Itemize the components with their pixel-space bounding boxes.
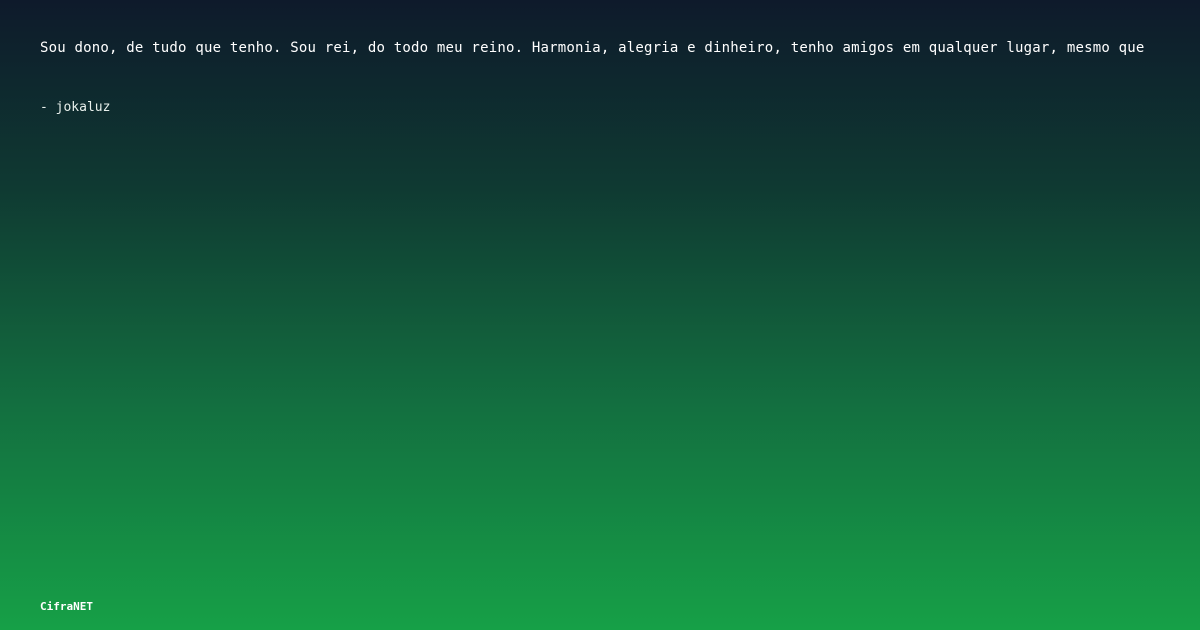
brand-logo-text: CifraNET <box>40 600 93 613</box>
quote-author: - jokaluz <box>40 100 111 115</box>
quote-text: Sou dono, de tudo que tenho. Sou rei, do… <box>40 40 1145 56</box>
